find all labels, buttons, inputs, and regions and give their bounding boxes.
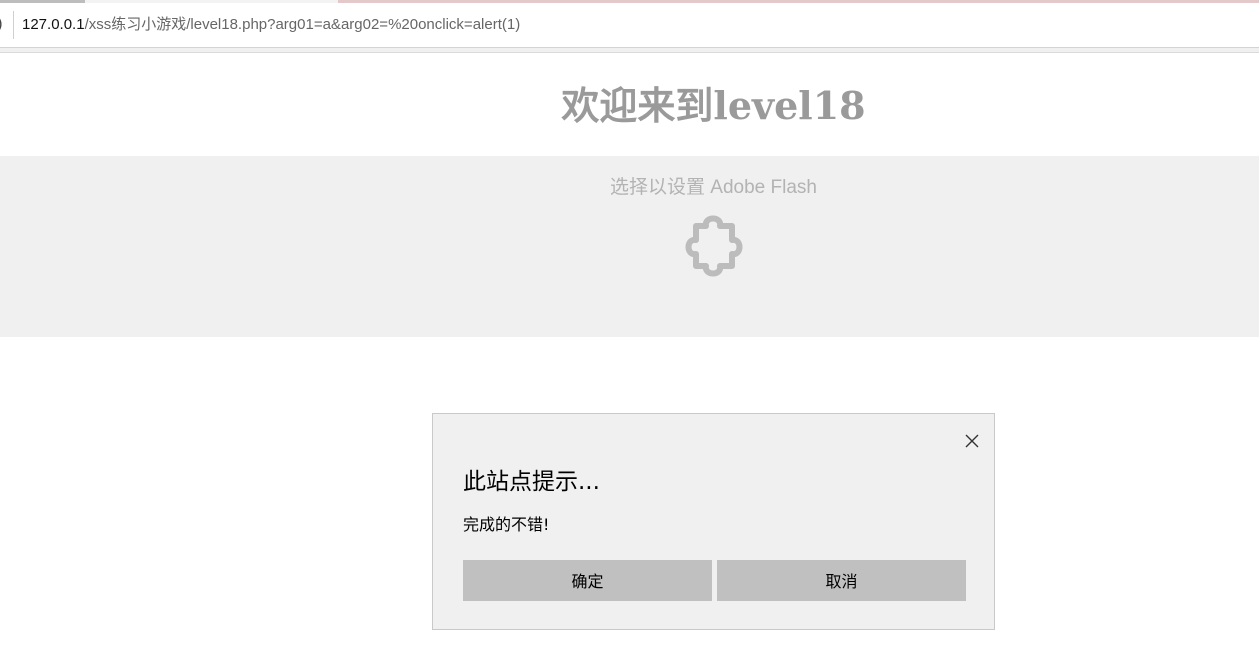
puzzle-piece-icon <box>685 215 743 277</box>
flash-embed[interactable]: 选择以设置 Adobe Flash <box>0 156 1259 337</box>
dialog-message: 完成的不错! <box>463 515 550 534</box>
alert-dialog: 此站点提示... 完成的不错! 确定 取消 <box>432 413 995 630</box>
address-bar[interactable]: ) 127.0.0.1/xss练习小游戏/level18.php?arg01=a… <box>0 3 1259 48</box>
toolbar-separator <box>0 48 1259 53</box>
close-icon[interactable] <box>963 432 981 450</box>
address-divider <box>13 11 14 39</box>
url-host: 127.0.0.1 <box>22 16 85 33</box>
url-field[interactable]: 127.0.0.1/xss练习小游戏/level18.php?arg01=a&a… <box>22 15 520 35</box>
cancel-button[interactable]: 取消 <box>717 560 966 601</box>
dialog-title: 此站点提示... <box>463 469 600 495</box>
page-title: 欢迎来到level18 <box>561 83 866 128</box>
url-path: /xss练习小游戏/level18.php?arg01=a&arg02=%20o… <box>84 16 521 33</box>
flash-prompt[interactable]: 选择以设置 Adobe Flash <box>0 172 1259 199</box>
site-info-icon[interactable]: ) <box>0 15 3 33</box>
ok-button[interactable]: 确定 <box>463 560 712 601</box>
